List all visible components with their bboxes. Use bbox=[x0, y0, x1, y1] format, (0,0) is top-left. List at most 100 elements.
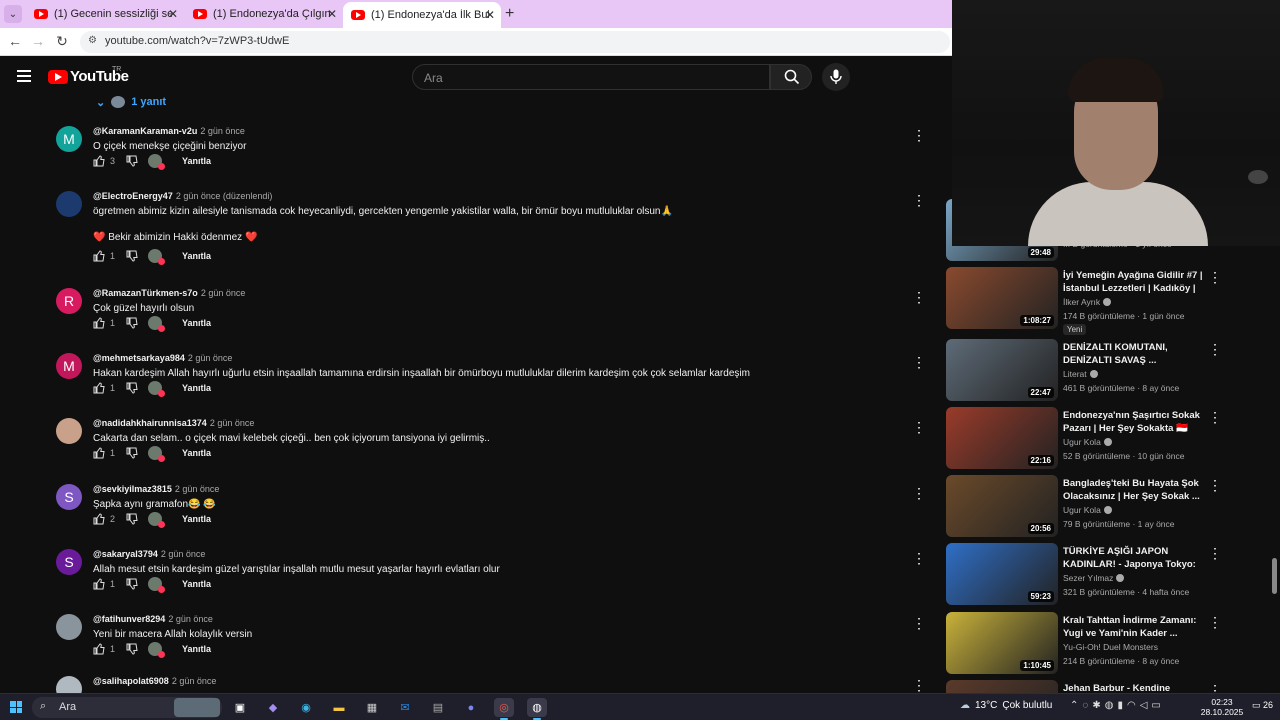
thumbs-down-icon[interactable] bbox=[126, 447, 138, 459]
comment-time[interactable]: 2 gün önce bbox=[200, 126, 245, 136]
video-title[interactable]: Kralı Tahttan İndirme Zamanı: Yugi ve Ya… bbox=[1063, 614, 1203, 640]
avatar[interactable]: M bbox=[56, 126, 82, 152]
video-title[interactable]: DENİZALTI KOMUTANI, DENİZALTI SAVAŞ ... bbox=[1063, 341, 1203, 367]
taskbar-clock[interactable]: 02:23 28.10.2025 bbox=[1200, 697, 1244, 717]
video-title[interactable]: Endonezya'nın Şaşırtıcı Sokak Pazarı | H… bbox=[1063, 409, 1203, 435]
comment-time[interactable]: 2 gün önce bbox=[168, 614, 213, 624]
reply-button[interactable]: Yanıtla bbox=[182, 383, 211, 393]
thumbs-up-icon[interactable] bbox=[93, 250, 105, 262]
video-title[interactable]: TÜRKİYE AŞIĞI JAPON KADINLAR! - Japonya … bbox=[1063, 545, 1203, 571]
comment-more-menu-icon[interactable]: ⋮ bbox=[912, 290, 926, 304]
comment-author[interactable]: @nadidahkhairunnisa1374 bbox=[93, 418, 207, 428]
system-tray[interactable]: ⌃◌✱◍▮◠◁▭ bbox=[1070, 700, 1165, 711]
comment-author[interactable]: @fatihunver8294 bbox=[93, 614, 165, 624]
comment-more-menu-icon[interactable]: ⋮ bbox=[912, 551, 926, 565]
avatar[interactable] bbox=[56, 614, 82, 640]
comment-more-menu-icon[interactable]: ⋮ bbox=[912, 128, 926, 142]
reply-button[interactable]: Yanıtla bbox=[182, 514, 211, 524]
comment-more-menu-icon[interactable]: ⋮ bbox=[912, 616, 926, 630]
thumbs-up-icon[interactable] bbox=[93, 317, 105, 329]
site-info-icon[interactable]: ⚙ bbox=[88, 35, 100, 47]
comment-time[interactable]: 2 gün önce bbox=[201, 288, 246, 298]
tray-app-icon[interactable]: ◍ bbox=[1105, 700, 1118, 711]
reply-button[interactable]: Yanıtla bbox=[182, 156, 211, 166]
comment-time[interactable]: 2 gün önce bbox=[161, 549, 206, 559]
avatar[interactable] bbox=[56, 418, 82, 444]
task-view-icon[interactable]: ▣ bbox=[230, 698, 250, 717]
video-thumbnail[interactable]: 1:08:27 bbox=[946, 267, 1058, 329]
video-more-menu-icon[interactable]: ⋮ bbox=[1208, 341, 1222, 358]
comment-author[interactable]: @salihapolat6908 bbox=[93, 676, 169, 686]
avatar[interactable]: S bbox=[56, 549, 82, 575]
related-video-item[interactable]: 22:16 Endonezya'nın Şaşırtıcı Sokak Pazar… bbox=[946, 407, 1274, 471]
video-thumbnail[interactable] bbox=[946, 680, 1058, 693]
menu-hamburger-icon[interactable] bbox=[17, 70, 31, 82]
bluetooth-icon[interactable]: ✱ bbox=[1092, 700, 1104, 711]
comment-more-menu-icon[interactable]: ⋮ bbox=[912, 193, 926, 207]
browser-tab-3-active[interactable]: (1) Endonezya'da İlk Buluşma! ✕ bbox=[343, 2, 501, 28]
forward-arrow-icon[interactable]: → bbox=[29, 33, 47, 49]
tab-close-icon[interactable]: ✕ bbox=[327, 7, 337, 21]
avatar[interactable] bbox=[56, 676, 82, 693]
comment-more-menu-icon[interactable]: ⋮ bbox=[912, 355, 926, 369]
tab-close-icon[interactable]: ✕ bbox=[168, 7, 178, 21]
thumbs-up-icon[interactable] bbox=[93, 513, 105, 525]
related-video-item[interactable]: 20:56 Bangladeş'teki Bu Hayata Şok Olacak… bbox=[946, 475, 1274, 539]
thumbs-down-icon[interactable] bbox=[126, 513, 138, 525]
comment-time[interactable]: 2 gün önce bbox=[175, 484, 220, 494]
related-video-item[interactable]: 59:23 TÜRKİYE AŞIĞI JAPON KADINLAR! - Jap… bbox=[946, 543, 1274, 607]
comment-time[interactable]: 2 gün önce (düzenlendi) bbox=[176, 191, 273, 201]
video-title[interactable]: İyi Yemeğin Ayağına Gidilir #7 | İstanbu… bbox=[1063, 269, 1203, 295]
video-more-menu-icon[interactable]: ⋮ bbox=[1208, 409, 1222, 426]
comment-author[interactable]: @KaramanKaraman-v2u bbox=[93, 126, 197, 136]
video-title[interactable]: Jehan Barbur - Kendine Zaman bbox=[1063, 682, 1203, 693]
video-channel[interactable]: Sezer Yılmaz bbox=[1063, 573, 1125, 583]
tab-close-icon[interactable]: ✕ bbox=[485, 8, 495, 22]
video-channel[interactable]: Literat bbox=[1063, 369, 1098, 379]
volume-icon[interactable]: ◁ bbox=[1140, 700, 1152, 711]
notification-center[interactable]: ▭ 26 bbox=[1252, 700, 1273, 711]
thumbs-up-icon[interactable] bbox=[93, 155, 105, 167]
search-button[interactable] bbox=[770, 64, 812, 90]
new-tab-button[interactable]: + bbox=[505, 5, 514, 23]
chevron-up-icon[interactable]: ⌃ bbox=[1070, 700, 1082, 711]
reply-button[interactable]: Yanıtla bbox=[182, 251, 211, 261]
video-title[interactable]: Bangladeş'teki Bu Hayata Şok Olacaksınız… bbox=[1063, 477, 1203, 503]
reply-button[interactable]: Yanıtla bbox=[182, 448, 211, 458]
youtube-logo-icon[interactable] bbox=[48, 70, 68, 84]
thumbs-up-icon[interactable] bbox=[93, 578, 105, 590]
avatar[interactable]: R bbox=[56, 288, 82, 314]
avatar[interactable] bbox=[56, 191, 82, 217]
related-video-item[interactable]: 22:47 DENİZALTI KOMUTANI, DENİZALTI SAVAŞ… bbox=[946, 339, 1274, 403]
video-thumbnail[interactable]: 1:10:45 bbox=[946, 612, 1058, 674]
video-more-menu-icon[interactable]: ⋮ bbox=[1208, 614, 1222, 631]
show-replies-button[interactable]: ⌄ 1 yanıt bbox=[96, 96, 166, 109]
thumbs-down-icon[interactable] bbox=[126, 317, 138, 329]
avatar[interactable]: S bbox=[56, 484, 82, 510]
video-channel[interactable]: Ugur Kola bbox=[1063, 505, 1112, 515]
comment-more-menu-icon[interactable]: ⋮ bbox=[912, 420, 926, 434]
reload-icon[interactable]: ↻ bbox=[53, 33, 71, 50]
comment-time[interactable]: 2 gün önce bbox=[188, 353, 233, 363]
video-thumbnail[interactable]: 20:56 bbox=[946, 475, 1058, 537]
voice-search-button[interactable] bbox=[822, 63, 850, 91]
comment-time[interactable]: 2 gün önce bbox=[210, 418, 255, 428]
copilot-icon[interactable]: ◆ bbox=[263, 698, 283, 717]
video-channel[interactable]: Ugur Kola bbox=[1063, 437, 1112, 447]
files-icon[interactable]: ▤ bbox=[428, 698, 448, 717]
thumbs-down-icon[interactable] bbox=[126, 382, 138, 394]
video-thumbnail[interactable]: 59:23 bbox=[946, 543, 1058, 605]
comment-author[interactable]: @ElectroEnergy47 bbox=[93, 191, 173, 201]
related-video-item[interactable]: 1:08:27 İyi Yemeğin Ayağına Gidilir #7 | … bbox=[946, 267, 1274, 335]
video-thumbnail[interactable]: 22:16 bbox=[946, 407, 1058, 469]
comment-more-menu-icon[interactable]: ⋮ bbox=[912, 486, 926, 500]
scrollbar-thumb[interactable] bbox=[1272, 558, 1277, 594]
back-arrow-icon[interactable]: ← bbox=[6, 33, 24, 49]
browser-tab-1[interactable]: (1) Gecenin sessizliği seni güçlü ✕ bbox=[26, 2, 184, 26]
thumbs-down-icon[interactable] bbox=[126, 250, 138, 262]
store-icon[interactable]: ▦ bbox=[362, 698, 382, 717]
comment-more-menu-icon[interactable]: ⋮ bbox=[912, 678, 926, 692]
thumbs-up-icon[interactable] bbox=[93, 643, 105, 655]
microphone-icon[interactable]: ▮ bbox=[1117, 700, 1127, 711]
url-field[interactable]: ⚙ youtube.com/watch?v=7zWP3-tUdwE bbox=[80, 31, 950, 53]
